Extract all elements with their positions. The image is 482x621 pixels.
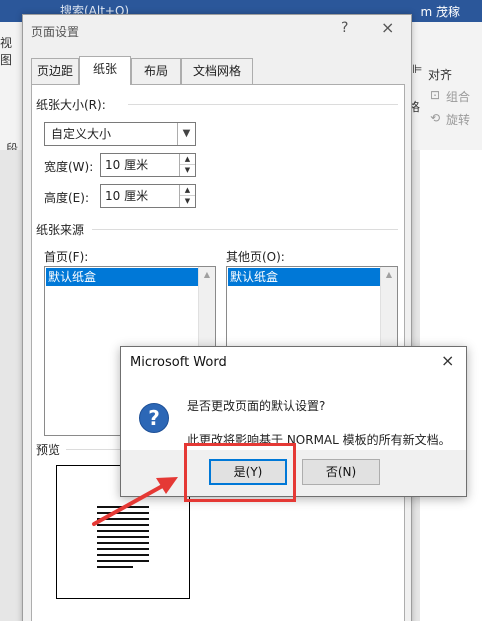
tab-paper[interactable]: 纸张 bbox=[79, 56, 131, 85]
annotation-arrow-icon bbox=[92, 477, 178, 526]
